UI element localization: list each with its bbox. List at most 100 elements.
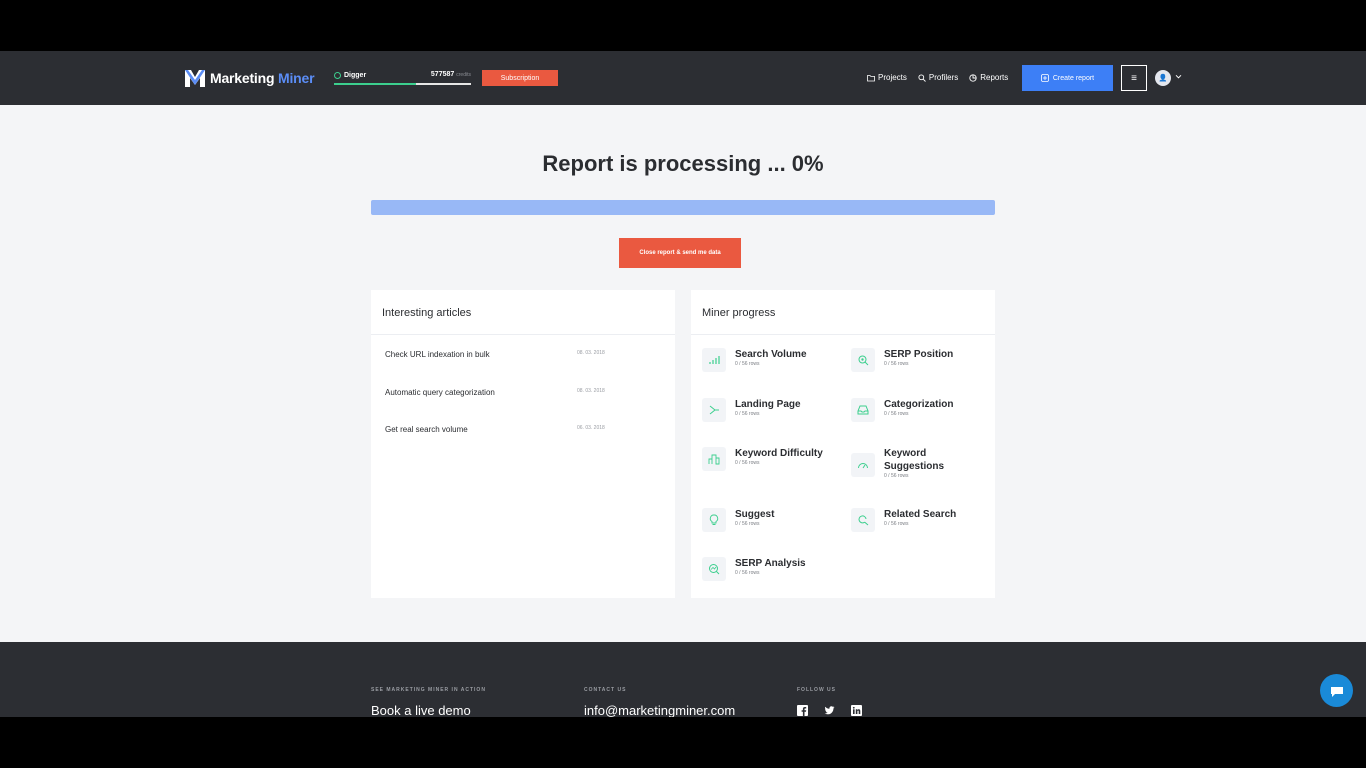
inbox-icon: [857, 405, 869, 415]
contact-email-link[interactable]: info@marketingminer.com: [584, 703, 735, 717]
miner-name: Keyword Suggestions: [884, 448, 945, 472]
miner-related-search: Related Search 0 / 56 rows: [851, 508, 991, 548]
article-date: 06. 03. 2018: [577, 425, 605, 431]
interesting-articles-card: Interesting articles Check URL indexatio…: [371, 290, 675, 598]
hamburger-menu-button[interactable]: ≡: [1121, 65, 1147, 91]
miner-search-volume: Search Volume 0 / 56 rows: [702, 348, 842, 388]
linkedin-icon[interactable]: [851, 705, 862, 716]
chat-button[interactable]: [1320, 674, 1353, 707]
close-report-button[interactable]: Close report & send me data: [619, 238, 741, 268]
chat-bubble-icon: [1330, 686, 1343, 697]
book-demo-link[interactable]: Book a live demo: [371, 703, 486, 717]
miner-rows: 0 / 56 rows: [884, 361, 909, 367]
analysis-icon: [709, 564, 720, 575]
subscription-button[interactable]: Subscription: [482, 70, 558, 86]
nav-profilers[interactable]: Profilers: [918, 73, 958, 82]
chevron-down-icon[interactable]: [1175, 73, 1182, 80]
top-navbar: Marketing Miner Digger 577587 credits Sub…: [0, 51, 1366, 105]
nav-projects-label: Projects: [878, 73, 907, 82]
footer-follow: FOLLOW US: [797, 687, 862, 716]
plan-name-text: Digger: [344, 72, 367, 79]
miners-heading: Miner progress: [691, 290, 995, 335]
logo-text: Marketing Miner: [210, 70, 315, 86]
avatar[interactable]: 👤: [1155, 70, 1171, 86]
article-date: 08. 03. 2018: [577, 388, 605, 394]
magnifier-icon: [858, 355, 869, 366]
twitter-icon[interactable]: [824, 705, 835, 716]
logo-text-main: Marketing: [210, 70, 275, 86]
miner-name: Search Volume: [735, 349, 807, 360]
article-item[interactable]: Automatic query categorization 08. 03. 2…: [385, 388, 665, 402]
miner-progress-card: Miner progress Search Volume 0 / 56 rows…: [691, 290, 995, 598]
page-title: Report is processing ... 0%: [542, 151, 824, 176]
footer-contact: CONTACT US info@marketingminer.com: [584, 687, 735, 717]
difficulty-bars-icon: [708, 454, 720, 465]
folder-icon: [867, 74, 875, 81]
miner-landing-page: Landing Page 0 / 56 rows: [702, 398, 842, 438]
plan-name: Digger: [334, 72, 366, 79]
gauge-icon: [858, 463, 868, 469]
credits-bar: [334, 83, 471, 85]
search-icon: [918, 73, 926, 82]
nav-reports[interactable]: Reports: [969, 73, 1008, 82]
miner-name: Categorization: [884, 399, 954, 410]
credits-bar-fill: [334, 83, 417, 85]
miner-name: SERP Analysis: [735, 558, 806, 569]
credits-value: 577587: [430, 71, 455, 78]
miner-rows: 0 / 56 rows: [884, 521, 909, 527]
miner-rows: 0 / 56 rows: [884, 473, 909, 479]
user-icon: 👤: [1158, 75, 1168, 82]
lightbulb-icon: [709, 514, 719, 525]
footer-contact-label: CONTACT US: [584, 687, 627, 693]
plan-credits: Digger 577587 credits: [334, 69, 471, 87]
pie-chart-icon: [969, 73, 977, 82]
credits-unit: credits: [456, 72, 471, 78]
app-viewport: Marketing Miner Digger 577587 credits Sub…: [0, 51, 1366, 717]
article-date: 08. 03. 2018: [577, 350, 605, 356]
footer-demo-label: SEE MARKETING MINER IN ACTION: [371, 687, 486, 693]
refresh-search-icon: [858, 515, 869, 526]
nav-profilers-label: Profilers: [928, 73, 959, 82]
miner-keyword-suggestions: Keyword Suggestions 0 / 56 rows: [851, 447, 991, 499]
article-title: Get real search volume: [385, 425, 468, 434]
miner-name: Related Search: [884, 509, 957, 520]
footer-demo: SEE MARKETING MINER IN ACTION Book a liv…: [371, 687, 486, 717]
nav-projects[interactable]: Projects: [867, 73, 907, 82]
article-item[interactable]: Check URL indexation in bulk 08. 03. 201…: [385, 350, 665, 364]
nav-reports-label: Reports: [980, 73, 1009, 82]
articles-heading: Interesting articles: [371, 290, 675, 335]
logo-icon: [185, 70, 205, 87]
footer-follow-label: FOLLOW US: [797, 687, 836, 693]
miner-categorization: Categorization 0 / 56 rows: [851, 398, 991, 438]
hamburger-icon: ≡: [1131, 72, 1137, 84]
social-links: [797, 705, 862, 716]
miner-suggest: Suggest 0 / 56 rows: [702, 508, 842, 548]
create-report-button[interactable]: Create report: [1022, 65, 1113, 91]
facebook-icon[interactable]: [797, 705, 808, 716]
plan-status-icon: [334, 72, 341, 79]
miner-serp-position: SERP Position 0 / 56 rows: [851, 348, 991, 388]
miner-name: Keyword Difficulty: [735, 448, 823, 459]
bar-chart-icon: [709, 356, 720, 364]
credits: 577587 credits: [431, 71, 471, 78]
miner-rows: 0 / 56 rows: [735, 460, 760, 466]
miner-rows: 0 / 56 rows: [735, 570, 760, 576]
main-nav: Projects Profilers Reports: [867, 73, 1008, 82]
miner-rows: 0 / 56 rows: [735, 521, 760, 527]
logo-text-accent: Miner: [278, 70, 315, 86]
create-report-label: Create report: [1052, 74, 1095, 82]
logo[interactable]: Marketing Miner: [184, 67, 315, 89]
article-item[interactable]: Get real search volume 06. 03. 2018: [385, 425, 665, 439]
miner-name: Suggest: [735, 509, 775, 520]
article-title: Check URL indexation in bulk: [385, 350, 490, 359]
miner-keyword-difficulty: Keyword Difficulty 0 / 56 rows: [702, 447, 842, 487]
miner-name: Landing Page: [735, 399, 801, 410]
report-progress-bar: [371, 200, 995, 215]
miner-rows: 0 / 56 rows: [735, 361, 760, 367]
miner-serp-analysis: SERP Analysis 0 / 56 rows: [702, 557, 842, 597]
share-icon: [709, 405, 719, 415]
article-title: Automatic query categorization: [385, 388, 495, 397]
footer: SEE MARKETING MINER IN ACTION Book a liv…: [0, 642, 1366, 717]
miner-rows: 0 / 56 rows: [884, 411, 909, 417]
plus-square-icon: [1040, 74, 1049, 82]
